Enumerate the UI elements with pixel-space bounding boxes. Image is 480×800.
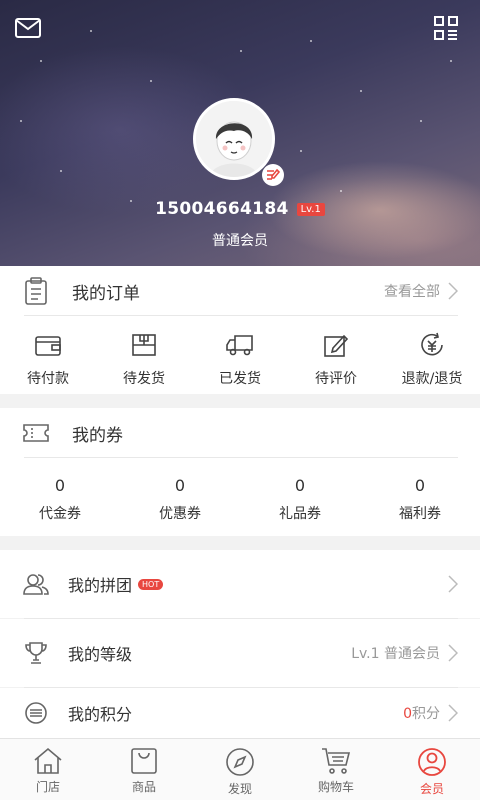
cart-icon	[322, 748, 351, 774]
menu-group-buy[interactable]: 我的拼团 HOT	[0, 550, 480, 618]
level-label: 我的等级	[68, 645, 133, 664]
coins-icon	[22, 699, 50, 727]
tab-member[interactable]: 会员	[384, 739, 480, 800]
menu-level[interactable]: 我的等级 Lv.1 普通会员	[0, 619, 480, 687]
order-pending-review[interactable]: 待评价	[288, 330, 384, 388]
coupon-welfare[interactable]: 0 福利券	[360, 476, 480, 523]
level-value: Lv.1 普通会员	[351, 646, 440, 662]
chevron-right-icon	[448, 704, 458, 722]
hot-badge: HOT	[138, 578, 164, 590]
coupons-header[interactable]: 我的券	[0, 408, 480, 458]
chevron-right-icon	[448, 282, 458, 300]
edit-icon	[321, 330, 351, 360]
trophy-icon	[22, 639, 50, 667]
view-all-link[interactable]: 查看全部	[384, 281, 440, 301]
menu-points[interactable]: 我的积分 0积分	[0, 688, 480, 738]
edit-profile-icon[interactable]	[262, 164, 284, 186]
home-icon	[34, 747, 62, 774]
coupon-cash[interactable]: 0 代金券	[0, 476, 120, 523]
coupon-gift[interactable]: 0 礼品券	[240, 476, 360, 523]
points-unit: 积分	[412, 706, 440, 722]
level-badge: Lv.1	[296, 202, 325, 216]
tab-cart[interactable]: 购物车	[288, 739, 384, 800]
order-pending-payment[interactable]: 待付款	[0, 330, 96, 388]
order-pending-shipment[interactable]: 待发货	[96, 330, 192, 388]
orders-section: 我的订单 查看全部 待付款 待发货 已发货 待评价 退款/退货	[0, 266, 480, 394]
message-icon[interactable]	[14, 14, 42, 42]
truck-icon	[225, 330, 255, 360]
user-icon	[418, 748, 446, 776]
clipboard-icon	[22, 277, 50, 305]
bottom-tab-bar: 门店 商品 发现 购物车 会员	[0, 738, 480, 800]
profile-header: 15004664184 Lv.1 普通会员	[0, 0, 480, 266]
group-users-icon	[22, 570, 50, 598]
tab-products[interactable]: 商品	[96, 739, 192, 800]
ticket-icon	[22, 419, 50, 447]
refund-icon	[417, 330, 447, 360]
orders-header[interactable]: 我的订单 查看全部	[0, 266, 480, 316]
group-buy-label: 我的拼团	[68, 576, 133, 595]
chevron-right-icon	[448, 644, 458, 662]
tab-discover[interactable]: 发现	[192, 739, 288, 800]
tab-store[interactable]: 门店	[0, 739, 96, 800]
bag-icon	[131, 748, 157, 774]
chevron-right-icon	[448, 575, 458, 593]
order-refund[interactable]: 退款/退货	[384, 330, 480, 388]
coupon-discount[interactable]: 0 优惠券	[120, 476, 240, 523]
avatar[interactable]	[193, 98, 275, 180]
qrcode-icon[interactable]	[432, 14, 460, 42]
compass-icon	[226, 748, 254, 776]
package-icon	[129, 330, 159, 360]
order-shipped[interactable]: 已发货	[192, 330, 288, 388]
member-type: 普通会员	[212, 233, 268, 249]
coupons-section: 我的券 0 代金券 0 优惠券 0 礼品券 0 福利券	[0, 408, 480, 536]
points-count: 0	[403, 706, 412, 722]
orders-title: 我的订单	[72, 283, 140, 304]
wallet-icon	[33, 330, 63, 360]
points-label: 我的积分	[68, 705, 133, 724]
phone-number: 15004664184	[155, 199, 289, 219]
coupons-title: 我的券	[72, 425, 123, 446]
